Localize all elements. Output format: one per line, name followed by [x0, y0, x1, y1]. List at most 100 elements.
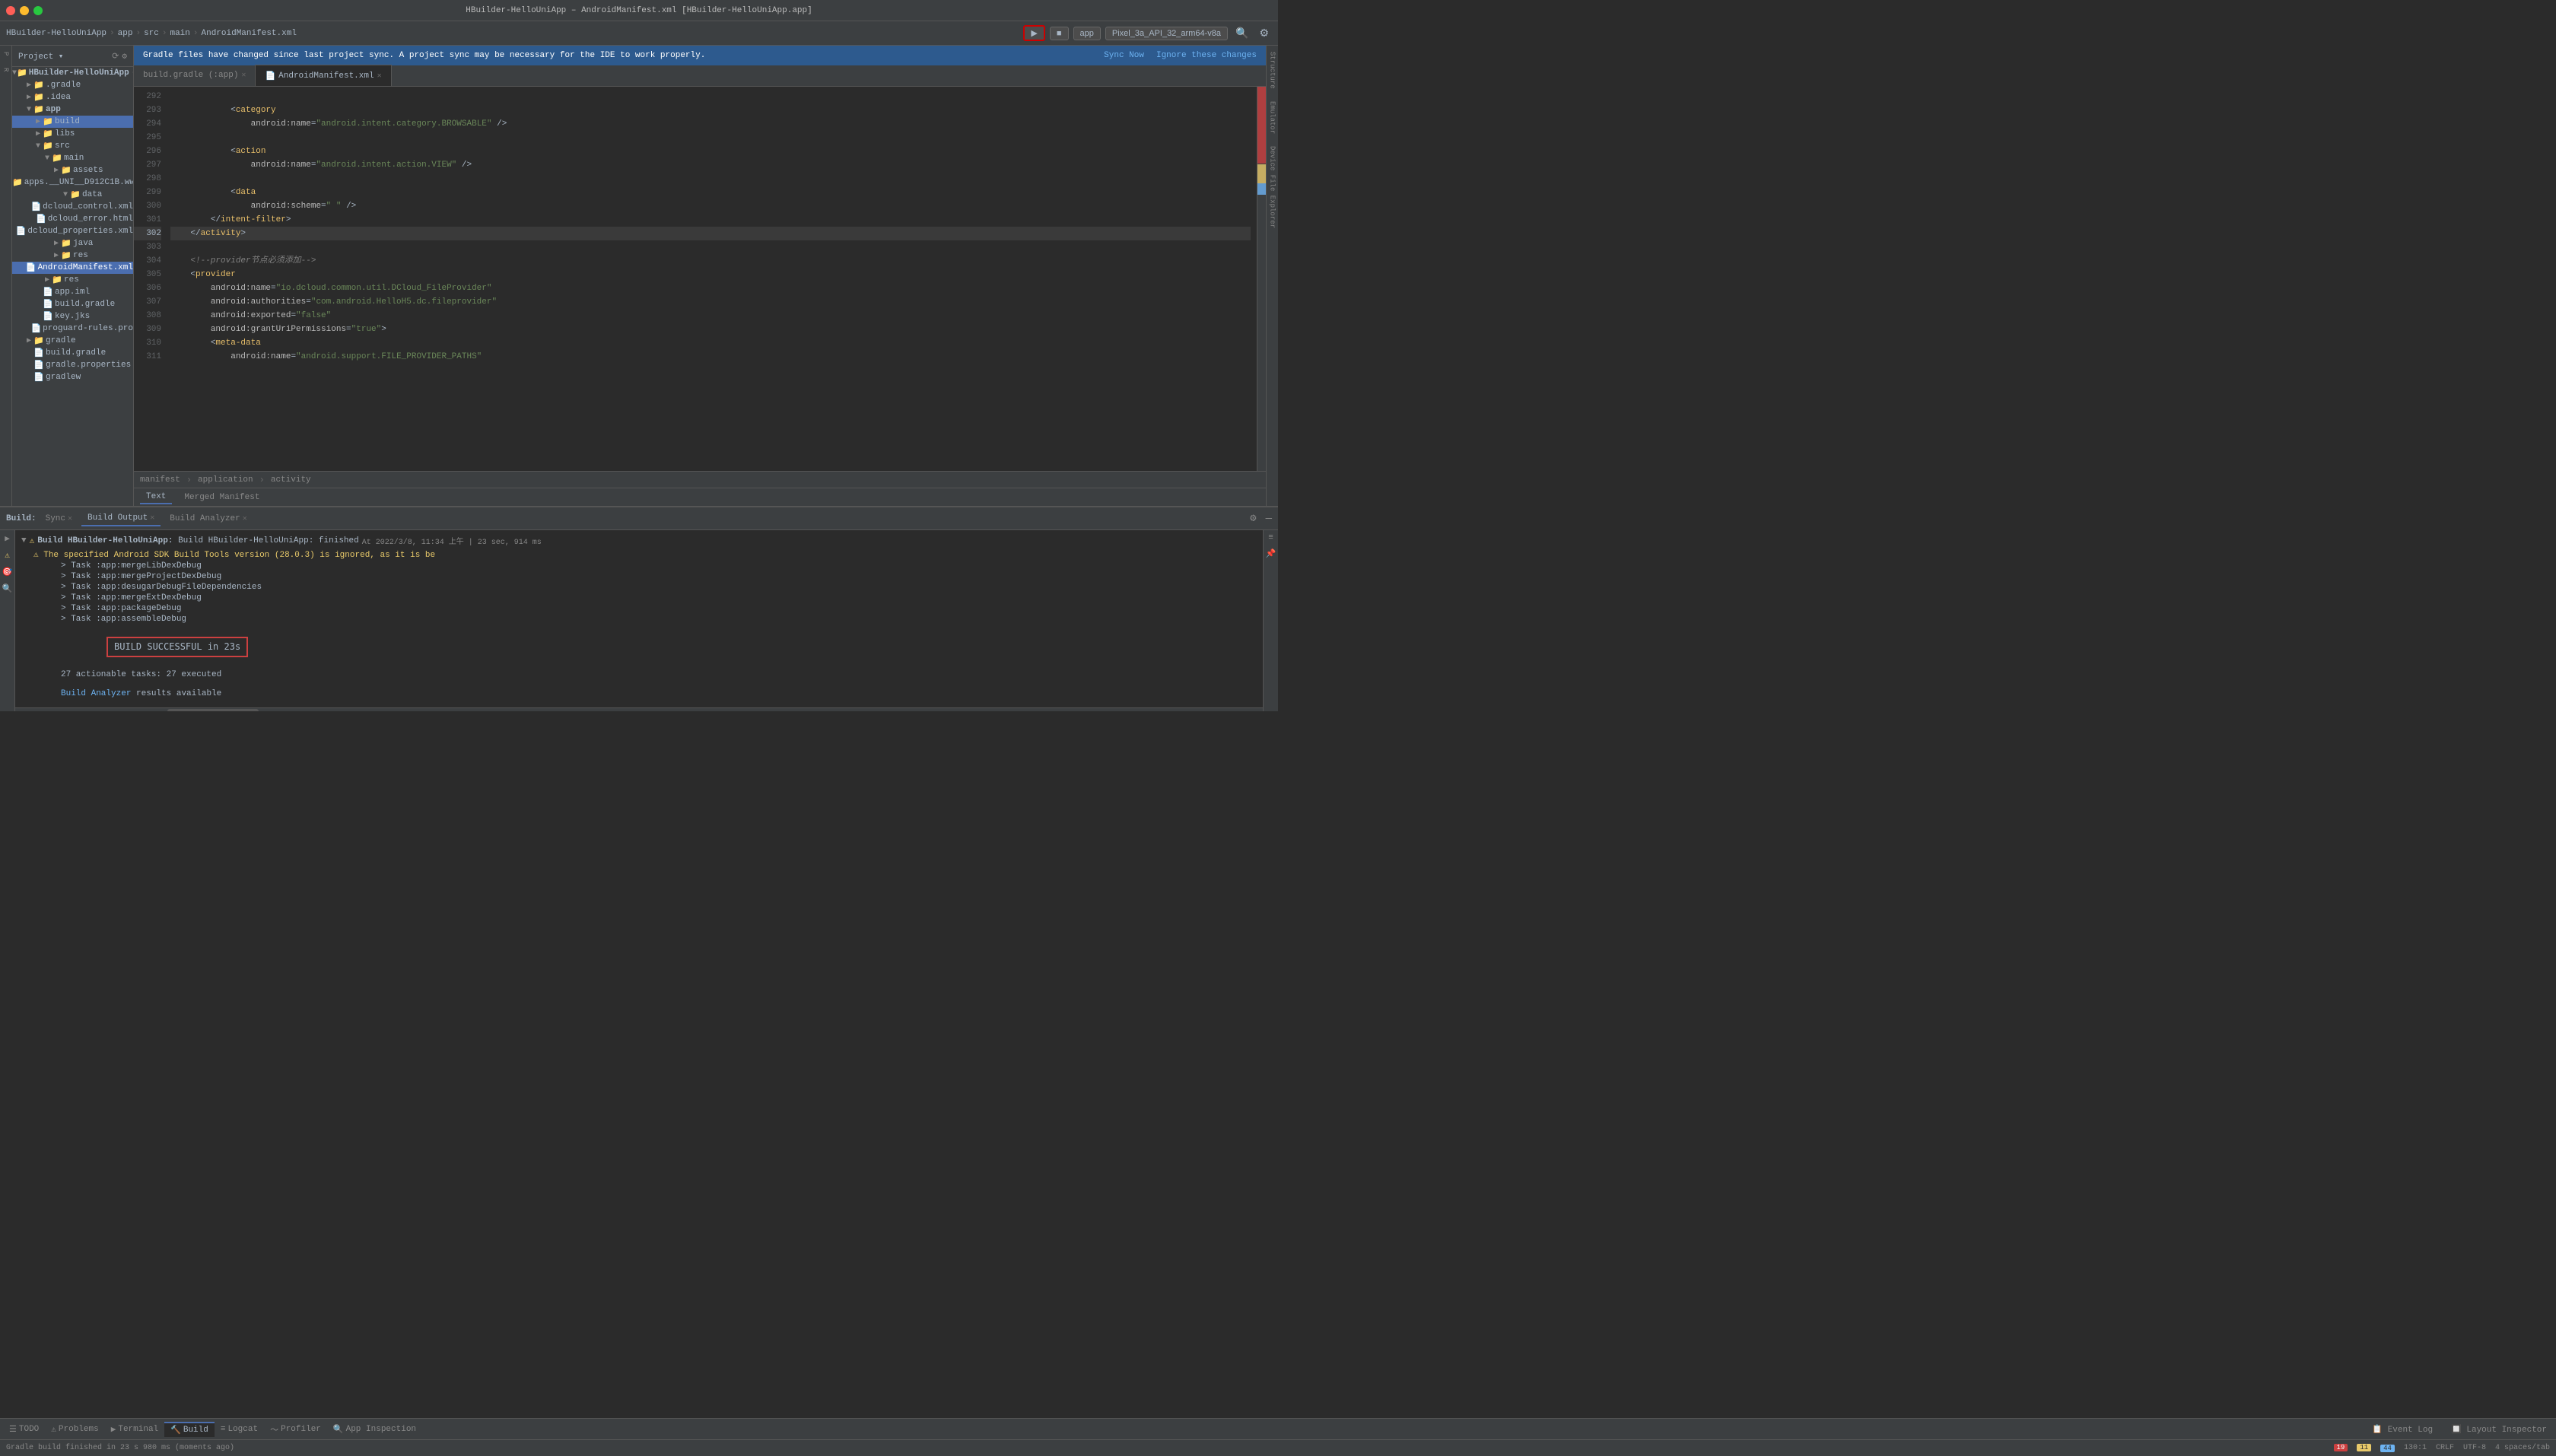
- tree-item-dcloud-props[interactable]: 📄 dcloud_properties.xml: [12, 225, 133, 237]
- maximize-button[interactable]: [33, 6, 43, 15]
- tree-item-build[interactable]: ▶ 📁 build: [12, 116, 133, 128]
- tree-item-build-gradle[interactable]: 📄 build.gradle: [12, 298, 133, 310]
- build-settings-icon[interactable]: ⚙: [1250, 512, 1256, 525]
- logcat-tab[interactable]: ≡ Logcat: [215, 1423, 264, 1436]
- structure-tab[interactable]: Structure: [1267, 46, 1278, 95]
- app-selector[interactable]: app: [1073, 27, 1101, 40]
- device-file-tab[interactable]: Device File Explorer: [1267, 140, 1278, 234]
- breadcrumb-manifest[interactable]: manifest: [140, 475, 180, 485]
- breadcrumb-item-1[interactable]: app: [118, 29, 133, 38]
- build-output-tab[interactable]: Build Output ✕: [81, 511, 161, 526]
- tree-item-dcloud-error[interactable]: 📄 dcloud_error.html: [12, 213, 133, 225]
- breadcrumb-item-3[interactable]: main: [170, 29, 189, 38]
- tree-item-root-build-gradle[interactable]: 📄 build.gradle: [12, 347, 133, 359]
- breadcrumb-item-2[interactable]: src: [144, 29, 159, 38]
- merged-manifest-tab[interactable]: Merged Manifest: [178, 491, 265, 504]
- todo-tab[interactable]: ☰ TODO: [3, 1422, 45, 1437]
- tree-item-gradlew[interactable]: 📄 gradlew: [12, 371, 133, 383]
- tree-item-main[interactable]: ▼ 📁 main: [12, 152, 133, 164]
- layout-inspector-tab[interactable]: 🔲 Layout Inspector: [2445, 1422, 2553, 1437]
- tree-item-data[interactable]: ▼ 📁 data: [12, 189, 133, 201]
- resource-icon[interactable]: R: [1, 65, 11, 75]
- build-output-area[interactable]: ▼ ⚠ Build HBuilder-HelloUniApp: Build HB…: [15, 530, 1263, 711]
- breadcrumb-application[interactable]: application: [198, 475, 253, 485]
- error-count[interactable]: 19: [2334, 1444, 2348, 1452]
- build-tab[interactable]: 🔨 Build: [164, 1422, 215, 1437]
- sync-tab[interactable]: Sync ✕: [40, 512, 78, 526]
- tree-item-gradle[interactable]: ▶ 📁 .gradle: [12, 79, 133, 91]
- sync-tab-close[interactable]: ✕: [68, 514, 72, 523]
- build-scrollbar[interactable]: [15, 707, 1263, 711]
- build-output-close[interactable]: ✕: [150, 513, 154, 523]
- tree-item-assets[interactable]: ▶ 📁 assets: [12, 164, 133, 176]
- info-count[interactable]: 44: [2380, 1445, 2395, 1452]
- code-content[interactable]: <category android:name="android.intent.c…: [164, 87, 1257, 471]
- tab-androidmanifest[interactable]: 📄 AndroidManifest.xml ✕: [256, 65, 391, 86]
- build-warn-icon[interactable]: ⚠: [5, 550, 10, 561]
- tree-item-idea[interactable]: ▶ 📁 .idea: [12, 91, 133, 103]
- window-controls[interactable]: [6, 6, 43, 15]
- scrollbar-thumb[interactable]: [167, 709, 259, 711]
- search-button[interactable]: 🔍: [1232, 25, 1251, 41]
- right-panel: Structure Emulator Device File Explorer: [1266, 46, 1278, 506]
- build-header-arrow[interactable]: ▼: [21, 536, 27, 545]
- build-analyzer-close[interactable]: ✕: [243, 514, 247, 523]
- run-button[interactable]: ▶: [1023, 25, 1044, 41]
- build-right-icon-2[interactable]: 📌: [1266, 548, 1276, 559]
- settings-button[interactable]: ⚙: [1256, 25, 1272, 41]
- status-left: Gradle build finished in 23 s 980 ms (mo…: [6, 1444, 234, 1452]
- tree-item-dcloud-control[interactable]: 📄 dcloud_control.xml: [12, 201, 133, 213]
- tree-item-androidmanifest[interactable]: 📄 AndroidManifest.xml: [12, 262, 133, 274]
- tree-item-libs[interactable]: ▶ 📁 libs: [12, 128, 133, 140]
- tree-item-gradle-dir[interactable]: ▶ 📁 gradle: [12, 335, 133, 347]
- tree-item-res-outer[interactable]: ▶ 📁 res: [12, 274, 133, 286]
- tree-item-src[interactable]: ▼ 📁 src: [12, 140, 133, 152]
- build-locate-icon[interactable]: 🎯: [2, 567, 13, 577]
- stop-button[interactable]: ■: [1050, 27, 1069, 40]
- minimize-button[interactable]: [20, 6, 29, 15]
- tree-item-java[interactable]: ▶ 📁 java: [12, 237, 133, 250]
- breadcrumb-item-4[interactable]: AndroidManifest.xml: [202, 29, 297, 38]
- build-filter-icon[interactable]: 🔍: [2, 583, 13, 594]
- terminal-tab[interactable]: ▶ Terminal: [105, 1422, 164, 1437]
- build-right-icon-1[interactable]: ≡: [1268, 533, 1273, 542]
- sync-now-link[interactable]: Sync Now: [1104, 51, 1144, 60]
- settings-icon[interactable]: ⚙: [122, 51, 127, 62]
- tab-build-gradle-close[interactable]: ✕: [241, 71, 246, 80]
- tree-item-app-iml[interactable]: 📄 app.iml: [12, 286, 133, 298]
- breadcrumb-activity[interactable]: activity: [271, 475, 311, 485]
- tree-item-apps[interactable]: 📁 apps.__UNI__D912C1B.www: [12, 176, 133, 189]
- text-tab[interactable]: Text: [140, 491, 172, 504]
- profiler-tab[interactable]: 〜 Profiler: [264, 1421, 327, 1438]
- tree-item-app[interactable]: ▼ 📁 app: [12, 103, 133, 116]
- build-tabs-bar: Build: Sync ✕ Build Output ✕ Build Analy…: [0, 507, 1278, 530]
- app-inspection-tab[interactable]: 🔍 App Inspection: [327, 1422, 422, 1437]
- warning-count[interactable]: 11: [2357, 1444, 2371, 1452]
- build-analyzer-link[interactable]: Build Analyzer: [61, 689, 131, 698]
- tree-item-key-jks[interactable]: 📄 key.jks: [12, 310, 133, 323]
- line-endings[interactable]: CRLF: [2436, 1444, 2454, 1452]
- sync-icon[interactable]: ⟳: [112, 51, 119, 62]
- tree-item-proguard[interactable]: 📄 proguard-rules.pro: [12, 323, 133, 335]
- problems-tab[interactable]: ⚠ Problems: [45, 1422, 104, 1437]
- cursor-position[interactable]: 130:1: [2404, 1444, 2427, 1452]
- ignore-link[interactable]: Ignore these changes: [1156, 51, 1257, 60]
- build-expand-icon[interactable]: ▶: [5, 533, 10, 544]
- file-encoding[interactable]: UTF-8: [2463, 1444, 2486, 1452]
- tab-build-gradle[interactable]: build.gradle (:app) ✕: [134, 65, 256, 86]
- breadcrumb-item-0[interactable]: HBuilder-HelloUniApp: [6, 29, 106, 38]
- event-log-tab[interactable]: 📋 Event Log: [2366, 1422, 2439, 1437]
- tab-androidmanifest-close[interactable]: ✕: [377, 72, 382, 81]
- device-selector[interactable]: Pixel_3a_API_32_arm64-v8a: [1105, 27, 1228, 40]
- build-analyzer-tab[interactable]: Build Analyzer ✕: [164, 512, 253, 526]
- right-gutter: [1257, 87, 1266, 471]
- project-icon[interactable]: P: [1, 49, 11, 59]
- emulator-tab[interactable]: Emulator: [1267, 95, 1278, 140]
- tree-item-gradle-props[interactable]: 📄 gradle.properties: [12, 359, 133, 371]
- code-line-302: </activity>: [170, 227, 1251, 240]
- tree-item-res-inner[interactable]: ▶ 📁 res: [12, 250, 133, 262]
- indent-settings[interactable]: 4 spaces/tab: [2495, 1444, 2550, 1452]
- close-button[interactable]: [6, 6, 15, 15]
- build-minimize-icon[interactable]: —: [1266, 513, 1272, 525]
- tree-item-root[interactable]: ▼ 📁 HBuilder-HelloUniApp ~/Downloads/lat…: [12, 67, 133, 79]
